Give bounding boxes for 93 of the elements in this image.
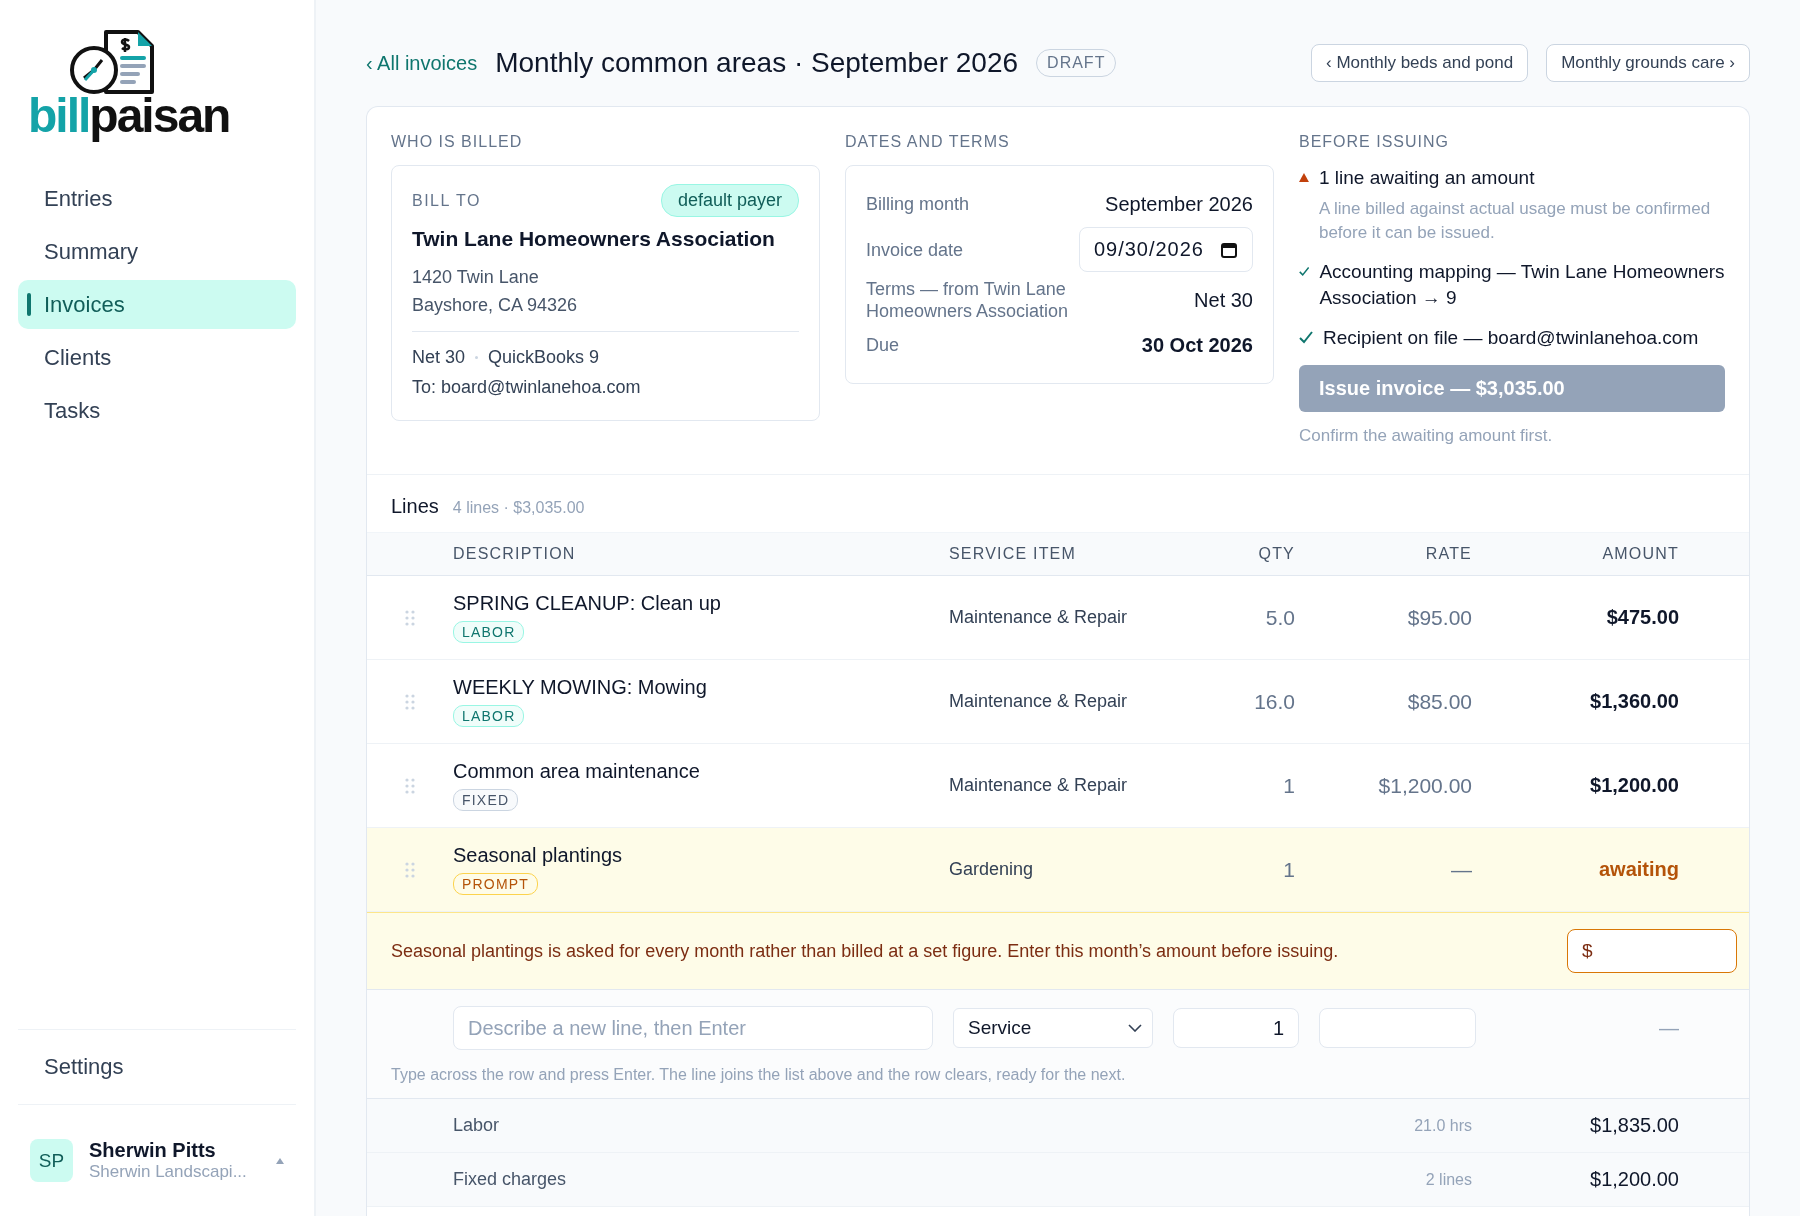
calendar-icon[interactable] (1220, 240, 1238, 259)
default-payer-badge: default payer (660, 184, 799, 217)
check-note: A line billed against actual usage must be confirmed before it can be issued. (1318, 198, 1712, 244)
nav-item[interactable]: Tasks (18, 386, 296, 435)
nav-item[interactable]: Summary (18, 227, 296, 276)
drag-handle-icon[interactable] (405, 693, 415, 710)
service-item-cell-text: Maintenance & Repair (949, 775, 1129, 796)
address-line: Bayshore, CA 94326 (412, 294, 579, 317)
lines-title: Lines (391, 495, 439, 518)
page-title: Monthly common areas · September 2026 (495, 47, 1019, 79)
address-line: 1420 Twin Lane (412, 266, 540, 289)
back-link[interactable]: ‹ All invoices (366, 51, 478, 75)
amount-cell-text: $475.00 (1605, 606, 1679, 629)
line-description: SPRING CLEANUP: Clean up (453, 592, 721, 615)
user-name: Sherwin Pitts (89, 1139, 217, 1162)
previous-invoice-button[interactable]: ‹ Monthly beds and pond (1311, 44, 1529, 82)
column-header: QTY (1257, 545, 1295, 563)
user-company: Sherwin Landscapi... (89, 1162, 248, 1182)
next-invoice-button[interactable]: Monthly grounds care › (1546, 44, 1750, 82)
column-header: AMOUNT (1601, 545, 1679, 563)
line-tag: LABOR (453, 621, 525, 643)
settings-link[interactable]: Settings (18, 1030, 296, 1104)
drag-handle-icon[interactable] (405, 861, 415, 878)
drag-handle-icon[interactable] (405, 777, 415, 794)
chevron-down-icon[interactable] (1128, 1024, 1142, 1032)
column-header: RATE (1424, 545, 1472, 563)
service-select[interactable]: Service (953, 1008, 1153, 1048)
rate-field[interactable] (1319, 1008, 1476, 1048)
amount-cell-text: awaiting (1598, 858, 1679, 881)
qty-cell-text: 1 (1282, 857, 1295, 882)
total-amount: $1,835.00 (1589, 1114, 1679, 1137)
field-label: Due (866, 334, 900, 356)
column-header: DESCRIPTION (453, 545, 577, 563)
amount-field[interactable]: $ (1567, 929, 1737, 973)
qty-cell-text: 5.0 (1264, 605, 1295, 630)
qty-field[interactable]: 1 (1173, 1008, 1299, 1048)
check-icon (1299, 265, 1310, 278)
rate-cell-text: $95.00 (1406, 605, 1472, 630)
line-description: Seasonal plantings (453, 844, 622, 867)
new-line-field[interactable]: Describe a new line, then Enter (453, 1006, 933, 1050)
issue-hint: Confirm the awaiting amount first. (1299, 426, 1554, 446)
total-label: Fixed charges (453, 1169, 568, 1190)
line-tag: FIXED (453, 789, 519, 811)
line-tag: PROMPT (453, 873, 539, 895)
section-heading: WHO IS BILLED (391, 133, 524, 151)
nav-item[interactable]: Clients (18, 333, 296, 382)
field-value: September 2026 (1105, 192, 1253, 216)
qty-cell-text: 1 (1282, 773, 1295, 798)
nav-item[interactable]: Invoices (18, 280, 296, 329)
field-label: Invoice date (866, 238, 964, 261)
field-label: Terms — from Twin Lane Homeowners Association (866, 278, 1070, 322)
rate-cell-text: $85.00 (1406, 689, 1472, 714)
line-description: Common area maintenance (453, 760, 700, 783)
recipient-text: To: board@twinlanehoa.com (412, 376, 642, 399)
check-text: Recipient on file — board@twinlanehoa.com (1323, 326, 1699, 350)
service-item-cell-text: Maintenance & Repair (949, 607, 1129, 628)
rate-cell-text: — (1450, 857, 1472, 882)
qty-cell-text: 16.0 (1253, 689, 1295, 714)
caret-icon[interactable] (276, 1157, 284, 1164)
service-item-cell-text: Gardening (949, 859, 1035, 880)
total-label: Labor (453, 1115, 501, 1136)
column-header: SERVICE ITEM (949, 545, 1078, 563)
new-line-hint: Type across the row and press Enter. The line joins the list above and the row clears, ready for the next. (390, 1066, 1127, 1084)
user-avatar: SP (30, 1139, 73, 1182)
notice-text: Seasonal plantings is asked for every month rather than billed at a set figure. Enter this month’s amount before issuing. (391, 940, 1339, 962)
field-value: Net 30 (1194, 288, 1253, 312)
client-name: Twin Lane Homeowners Association (412, 227, 776, 251)
check-text: 1 line awaiting an amount (1318, 166, 1536, 190)
date-field[interactable]: 09/30/2026 (1078, 227, 1253, 272)
field-value: 30 Oct 2026 (1141, 333, 1253, 357)
nav-item[interactable]: Entries (18, 174, 296, 223)
mapping-text: QuickBooks 9 (488, 346, 600, 369)
amount-cell-text: $1,360.00 (1589, 690, 1679, 713)
lines-summary: 4 lines · $3,035.00 (452, 499, 585, 517)
drag-handle-icon[interactable] (405, 609, 415, 626)
terms-text: Net 30 (412, 346, 466, 369)
check-text: Accounting mapping — Twin Lane Homeowners Association → 9 (1319, 260, 1725, 310)
check-icon (1299, 331, 1313, 344)
new-line-amount: — (1658, 1016, 1679, 1040)
total-detail: 2 lines (1424, 1170, 1472, 1189)
bill-to-label: BILL TO (412, 191, 481, 210)
line-tag: LABOR (453, 705, 525, 727)
service-item-cell-text: Maintenance & Repair (949, 691, 1129, 712)
total-amount: $1,200.00 (1589, 1168, 1679, 1191)
line-description: WEEKLY MOWING: Mowing (453, 676, 707, 699)
section-heading: BEFORE ISSUING (1299, 133, 1451, 151)
rate-cell-text: $1,200.00 (1377, 773, 1472, 798)
field-label: Billing month (866, 193, 970, 215)
amount-cell-text: $1,200.00 (1589, 774, 1679, 797)
warning-icon (1299, 171, 1309, 184)
logo-wordmark: billpaisan (28, 92, 230, 140)
total-detail: 21.0 hrs (1413, 1116, 1472, 1135)
section-heading: DATES AND TERMS (845, 133, 1011, 151)
